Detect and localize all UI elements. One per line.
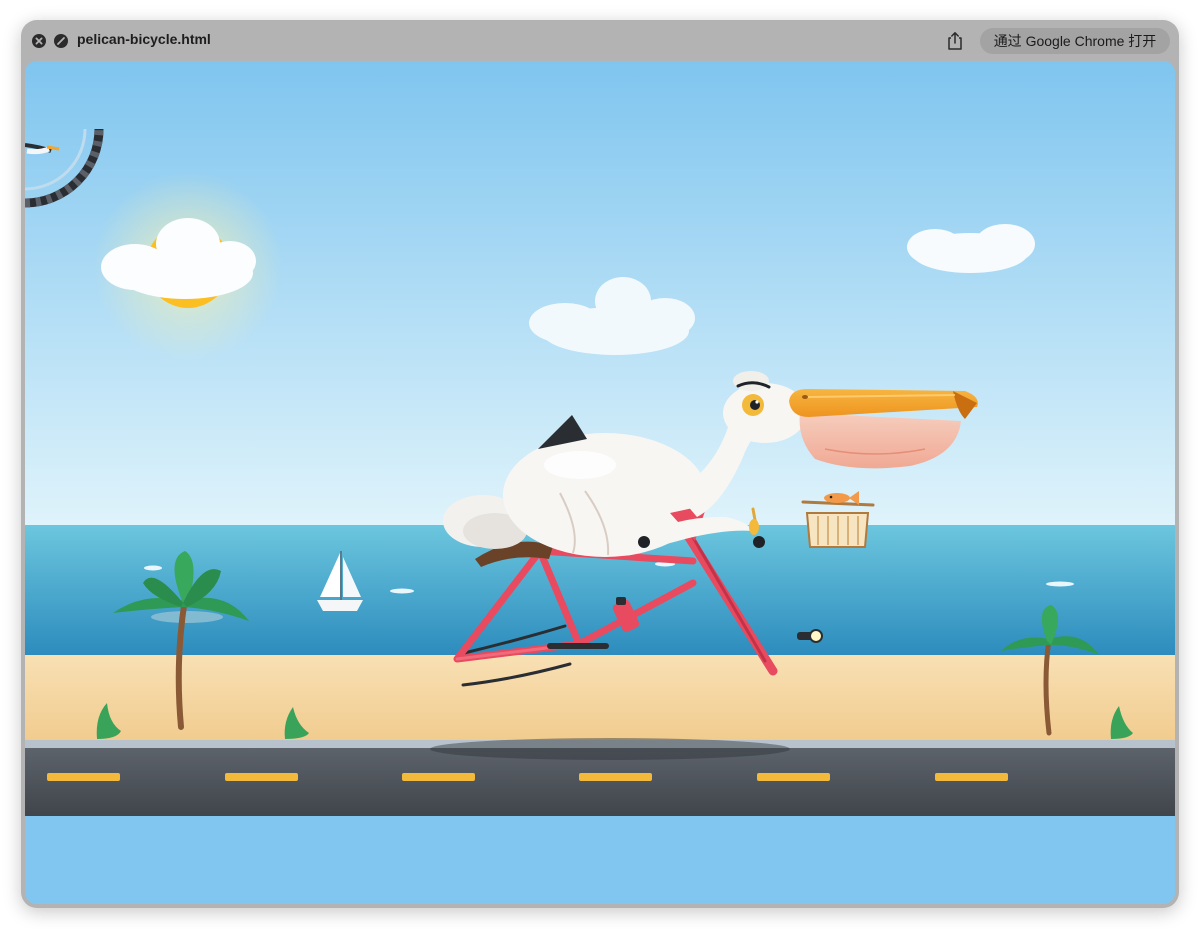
close-icon[interactable] — [32, 34, 46, 48]
ground-shadow — [430, 738, 790, 760]
share-icon[interactable] — [946, 31, 964, 51]
title-bar: pelican-bicycle.html 通过 Google Chrome 打开 — [21, 20, 1179, 61]
pedal-cap — [616, 597, 626, 605]
handlebar-grip — [753, 536, 765, 548]
open-in-chrome-button[interactable]: 通过 Google Chrome 打开 — [980, 28, 1170, 54]
bell — [749, 519, 759, 535]
pelican-bicycle-scene — [25, 61, 1175, 904]
browser-window: pelican-bicycle.html 通过 Google Chrome 打开 — [21, 20, 1179, 908]
page-background — [25, 816, 1175, 904]
pelican-head — [723, 383, 807, 443]
stop-icon[interactable] — [54, 34, 68, 48]
beach — [25, 655, 1175, 740]
page-viewport — [25, 61, 1175, 904]
window-title: pelican-bicycle.html — [77, 31, 211, 47]
pedal-crank — [547, 643, 609, 649]
